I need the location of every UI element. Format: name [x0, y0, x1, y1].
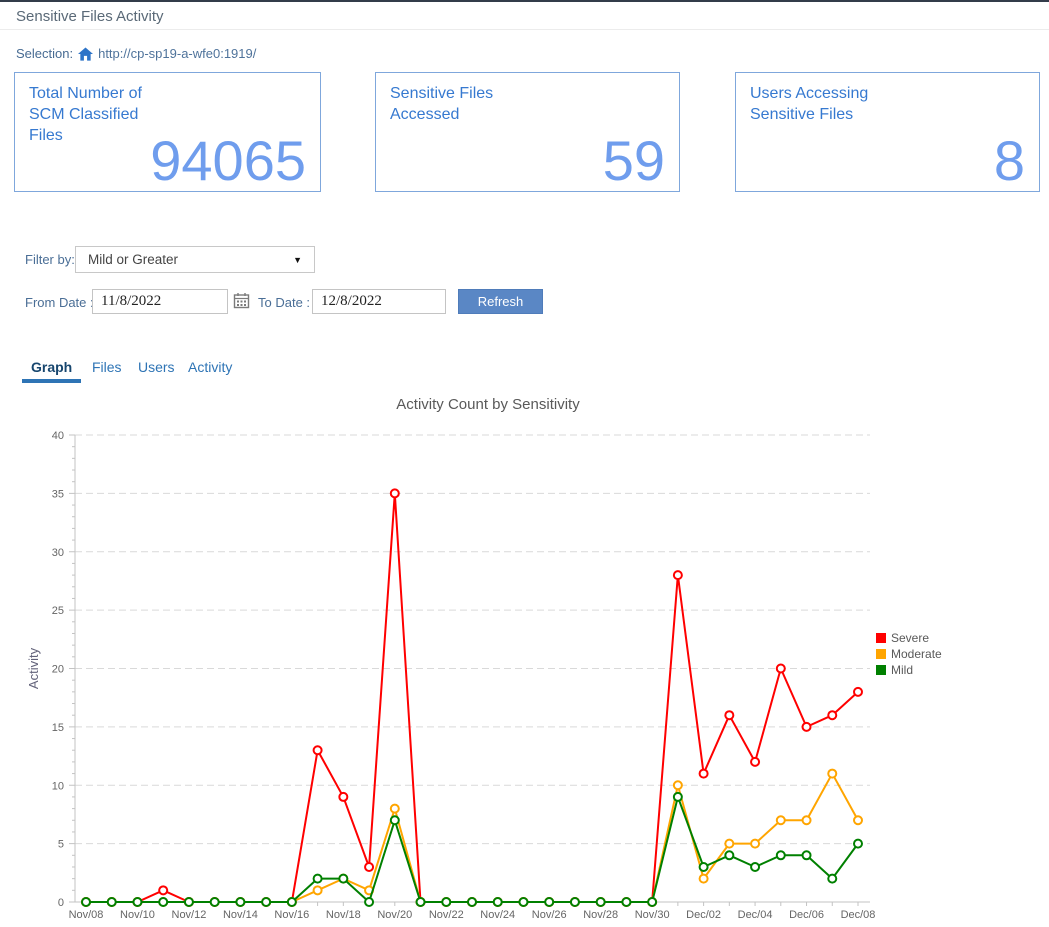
from-date-label: From Date :: [25, 295, 94, 310]
page-title: Sensitive Files Activity: [16, 8, 164, 25]
svg-text:Nov/28: Nov/28: [583, 909, 618, 921]
filter-dropdown-value: Mild or Greater: [88, 252, 178, 267]
svg-text:Nov/16: Nov/16: [274, 909, 309, 921]
stat-card-total-classified: Total Number of SCM Classified Files 940…: [14, 72, 321, 192]
svg-text:5: 5: [58, 839, 64, 851]
svg-text:Nov/20: Nov/20: [377, 909, 412, 921]
stat-card-files-accessed: Sensitive Files Accessed 59: [375, 72, 680, 192]
legend-label: Moderate: [891, 647, 942, 661]
from-date-input[interactable]: [92, 289, 228, 314]
svg-text:Dec/02: Dec/02: [686, 909, 721, 921]
svg-text:20: 20: [52, 664, 64, 676]
svg-text:Nov/14: Nov/14: [223, 909, 258, 921]
tab-activity[interactable]: Activity: [188, 359, 232, 375]
tab-graph[interactable]: Graph: [31, 359, 72, 375]
legend-swatch-moderate: [876, 649, 886, 659]
svg-text:Nov/10: Nov/10: [120, 909, 155, 921]
svg-text:Dec/06: Dec/06: [789, 909, 824, 921]
calendar-icon[interactable]: [233, 292, 250, 309]
stat-label: Total Number of SCM Classified Files: [29, 83, 142, 146]
legend-swatch-mild: [876, 665, 886, 675]
svg-text:0: 0: [58, 897, 64, 909]
svg-text:35: 35: [52, 488, 64, 500]
refresh-button[interactable]: Refresh: [458, 289, 543, 314]
stat-label: Sensitive Files Accessed: [390, 83, 493, 125]
home-icon[interactable]: [78, 47, 93, 61]
svg-text:Activity Count by Sensitivity: Activity Count by Sensitivity: [396, 396, 580, 413]
active-tab-underline: [22, 379, 81, 383]
stat-value: 94065: [150, 133, 306, 189]
selection-url[interactable]: http://cp-sp19-a-wfe0:1919/: [98, 46, 256, 61]
svg-text:10: 10: [52, 780, 64, 792]
svg-text:Nov/30: Nov/30: [635, 909, 670, 921]
svg-text:Nov/12: Nov/12: [172, 909, 207, 921]
page-header: Sensitive Files Activity: [0, 2, 1049, 30]
legend-label: Severe: [891, 631, 929, 645]
breadcrumb: Selection: http://cp-sp19-a-wfe0:1919/: [16, 46, 256, 61]
svg-text:Nov/08: Nov/08: [69, 909, 104, 921]
tab-users[interactable]: Users: [138, 359, 175, 375]
legend-swatch-severe: [876, 633, 886, 643]
legend-item-severe[interactable]: Severe: [876, 630, 942, 646]
legend-item-mild[interactable]: Mild: [876, 662, 942, 678]
svg-text:Dec/04: Dec/04: [738, 909, 773, 921]
svg-text:15: 15: [52, 722, 64, 734]
to-date-input[interactable]: [312, 289, 446, 314]
svg-text:Dec/08: Dec/08: [841, 909, 876, 921]
selection-label: Selection:: [16, 46, 73, 61]
svg-text:40: 40: [52, 430, 64, 442]
svg-text:Nov/18: Nov/18: [326, 909, 361, 921]
stat-value: 8: [994, 133, 1025, 189]
tab-files[interactable]: Files: [92, 359, 122, 375]
svg-text:Nov/22: Nov/22: [429, 909, 464, 921]
legend-item-moderate[interactable]: Moderate: [876, 646, 942, 662]
legend-label: Mild: [891, 663, 913, 677]
filter-dropdown[interactable]: Mild or Greater ▼: [75, 246, 315, 273]
stat-card-users-accessing: Users Accessing Sensitive Files 8: [735, 72, 1040, 192]
svg-text:30: 30: [52, 547, 64, 559]
to-date-label: To Date :: [258, 295, 310, 310]
chevron-down-icon: ▼: [293, 255, 302, 265]
stat-value: 59: [603, 133, 665, 189]
svg-text:Nov/26: Nov/26: [532, 909, 567, 921]
svg-text:Activity: Activity: [26, 647, 41, 689]
svg-text:25: 25: [52, 605, 64, 617]
stat-label: Users Accessing Sensitive Files: [750, 83, 868, 125]
filter-by-label: Filter by:: [25, 252, 75, 267]
chart-legend: Severe Moderate Mild: [876, 630, 942, 678]
svg-text:Nov/24: Nov/24: [480, 909, 515, 921]
